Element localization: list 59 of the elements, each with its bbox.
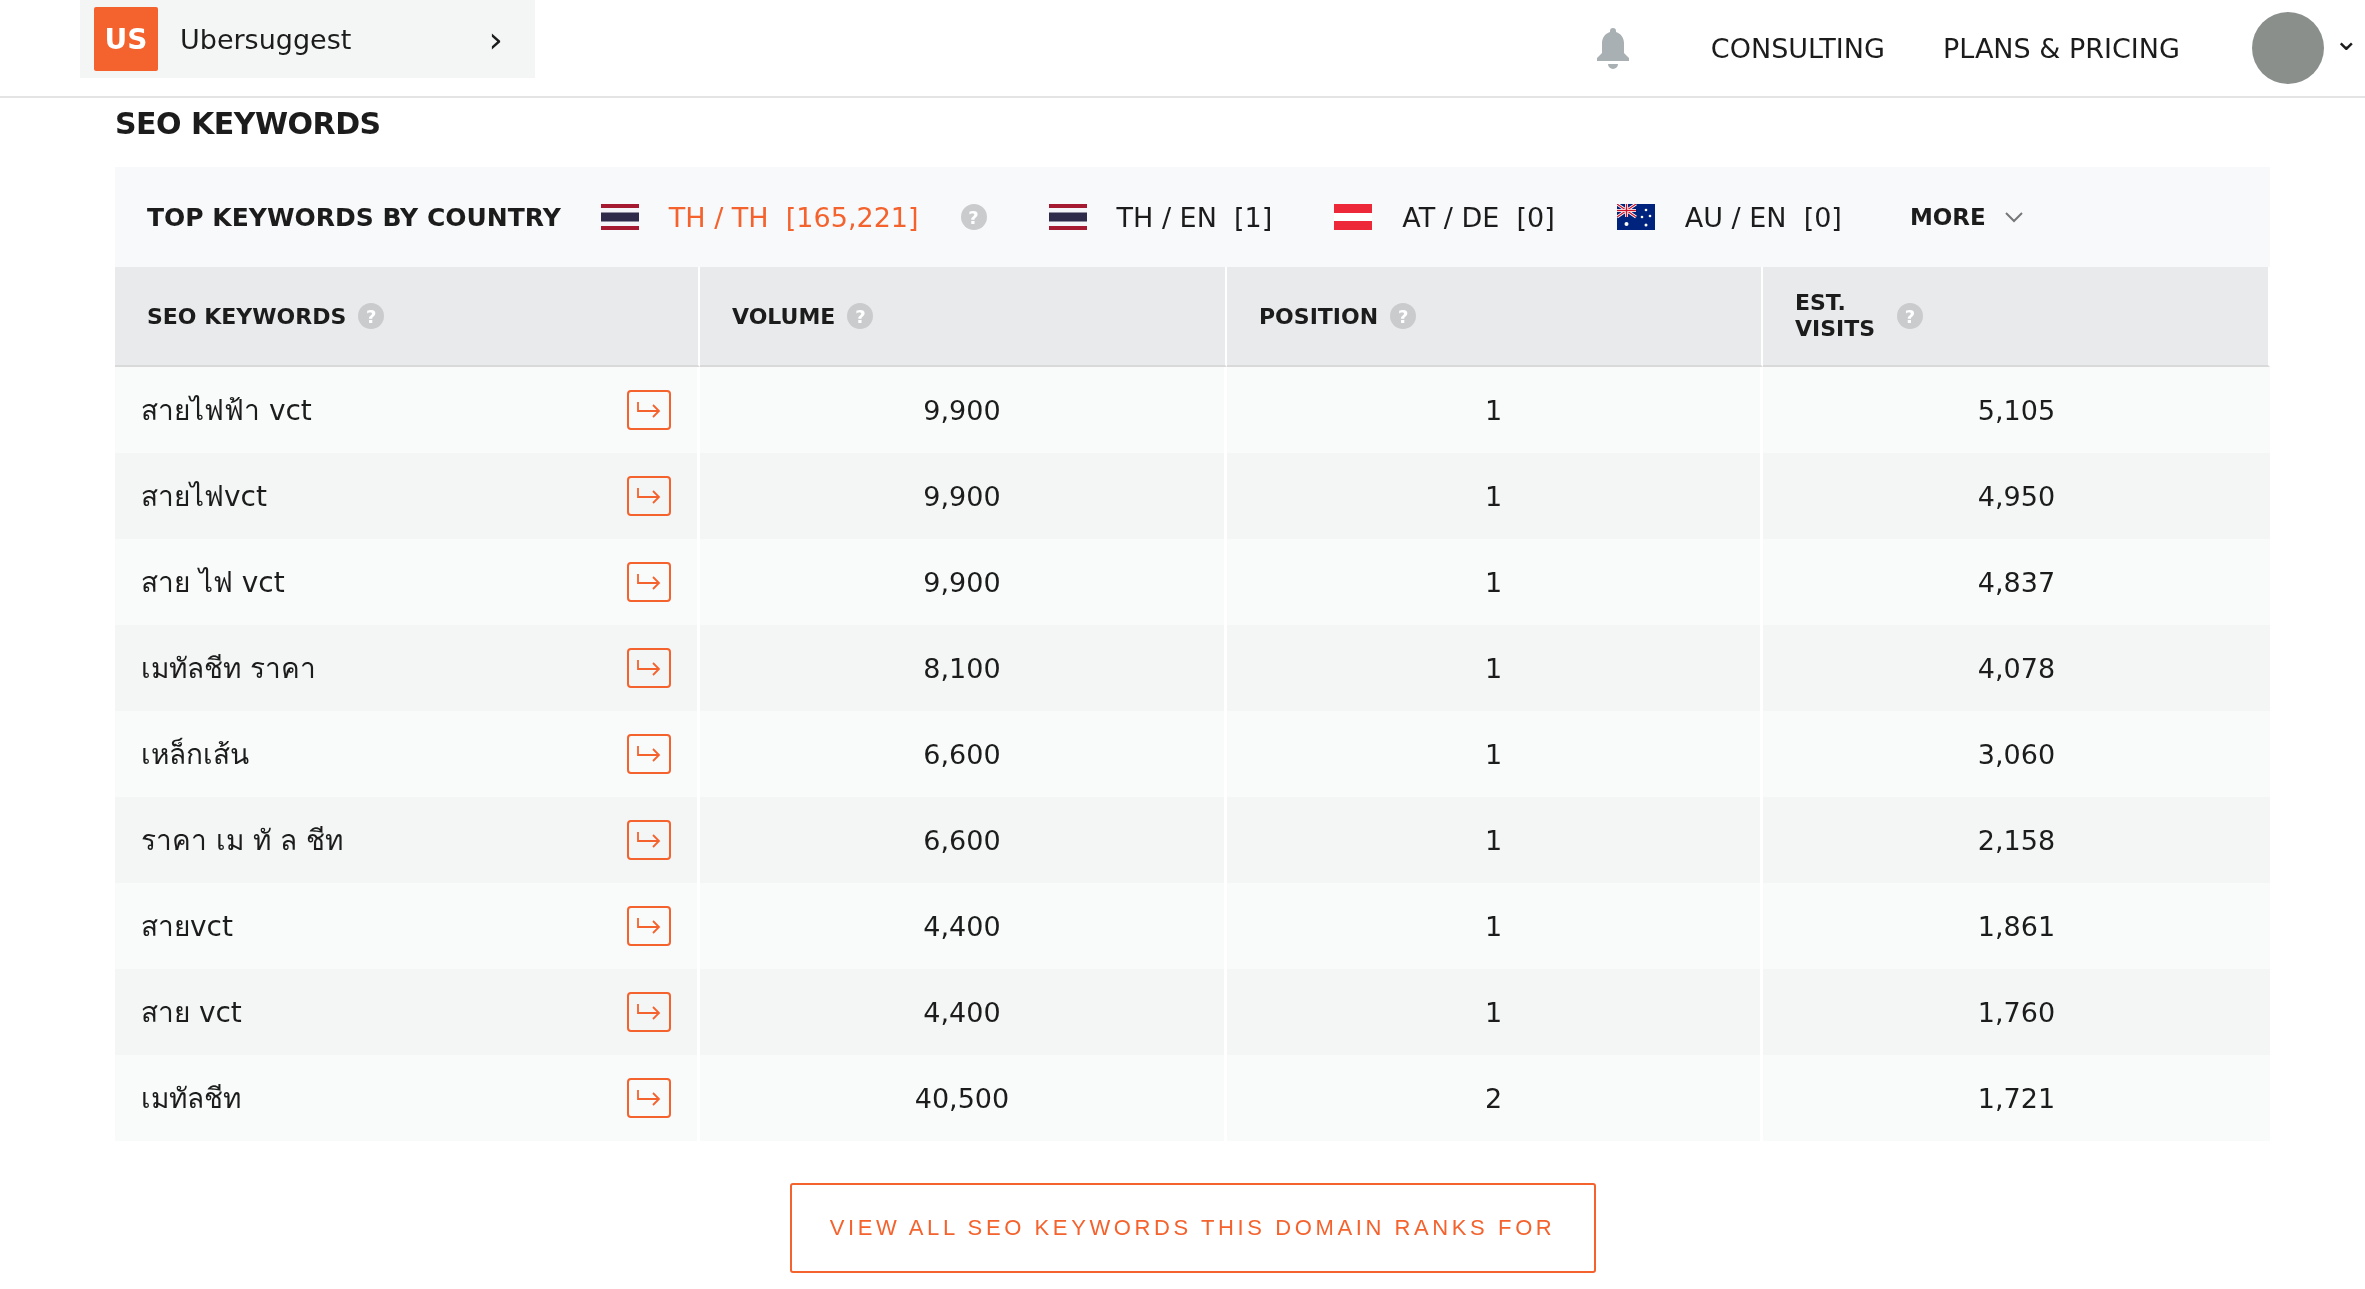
table-cell: 1,721	[1763, 1055, 2270, 1141]
australia-flag-icon	[1616, 204, 1655, 230]
table-cell: 1	[1227, 625, 1763, 711]
keyword-text: สาย vct	[141, 995, 242, 1031]
nav-link[interactable]: PLANS & PRICING	[1942, 32, 2180, 64]
keyword-text: เหล็กเส้น	[141, 736, 249, 773]
table-cell: 1	[1227, 367, 1763, 453]
thailand-flag-icon	[1048, 204, 1087, 230]
table-cell: 9,900	[700, 539, 1227, 625]
more-dropdown[interactable]: MORE	[1903, 203, 2030, 231]
country-bar-label: TOP KEYWORDS BY COUNTRY	[147, 202, 561, 232]
chevron-down-icon[interactable]	[2003, 211, 2024, 223]
table-cell: 1	[1227, 797, 1763, 883]
caret-icon: ›	[488, 18, 503, 60]
table-cell: 4,950	[1763, 453, 2270, 539]
table-cell: 6,600	[700, 711, 1227, 797]
table-cell: 1,760	[1763, 969, 2270, 1055]
column-label: VOLUME	[732, 303, 836, 329]
country-tab[interactable]: AU / EN [0]	[1616, 201, 1842, 233]
section-title: SEO KEYWORDS	[115, 106, 382, 141]
table-cell: 8,100	[700, 625, 1227, 711]
table-cell: 3,060	[1763, 711, 2270, 797]
column-label: POSITION	[1259, 303, 1379, 329]
project-name: Ubersuggest	[180, 23, 353, 55]
table-cell: 9,900	[700, 367, 1227, 453]
table-cell: 6,600	[700, 797, 1227, 883]
keyword-text: ราคา เม ทั ล ชีท	[141, 823, 343, 859]
keyword-text: สายไฟvct	[141, 479, 267, 515]
table-cell: 2	[1227, 1055, 1763, 1141]
project-switcher[interactable]: US Ubersuggest ›	[80, 0, 535, 78]
table-cell: 4,837	[1763, 539, 2270, 625]
nav-link[interactable]: CONSULTING	[1710, 32, 1885, 64]
country-tab[interactable]: AT / DE [0]	[1334, 201, 1555, 233]
table-cell: 4,400	[700, 883, 1227, 969]
table-cell: 1	[1227, 453, 1763, 539]
table-cell: 1	[1227, 539, 1763, 625]
table-cell: 9,900	[700, 453, 1227, 539]
country-tab[interactable]: TH / EN [1]	[1048, 201, 1273, 233]
bell-icon[interactable]	[1594, 26, 1631, 70]
table-cell: 4,400	[700, 969, 1227, 1055]
keyword-text: สายvct	[141, 909, 233, 945]
keyword-text: สาย ไฟ vct	[141, 565, 285, 601]
table-cell: 1,861	[1763, 883, 2270, 969]
table-cell: 4,078	[1763, 625, 2270, 711]
table-cell: 1	[1227, 969, 1763, 1055]
caret-icon[interactable]: ⌄	[2333, 25, 2359, 55]
keyword-text: เมทัลชีท ราคา	[141, 651, 316, 687]
logo: US	[94, 7, 158, 71]
austria-flag-icon	[1334, 204, 1373, 230]
keyword-text: สายไฟฟ้า vct	[141, 393, 312, 429]
table-cell: 1	[1227, 883, 1763, 969]
table-cell: 40,500	[700, 1055, 1227, 1141]
table-cell: 5,105	[1763, 367, 2270, 453]
table-cell: 1	[1227, 711, 1763, 797]
column-label: EST. VISITS	[1795, 289, 1877, 343]
column-label: SEO KEYWORDS	[147, 303, 347, 329]
table-cell: 2,158	[1763, 797, 2270, 883]
thailand-flag-icon	[600, 204, 639, 230]
keyword-text: เมทัลชีท	[141, 1081, 241, 1117]
